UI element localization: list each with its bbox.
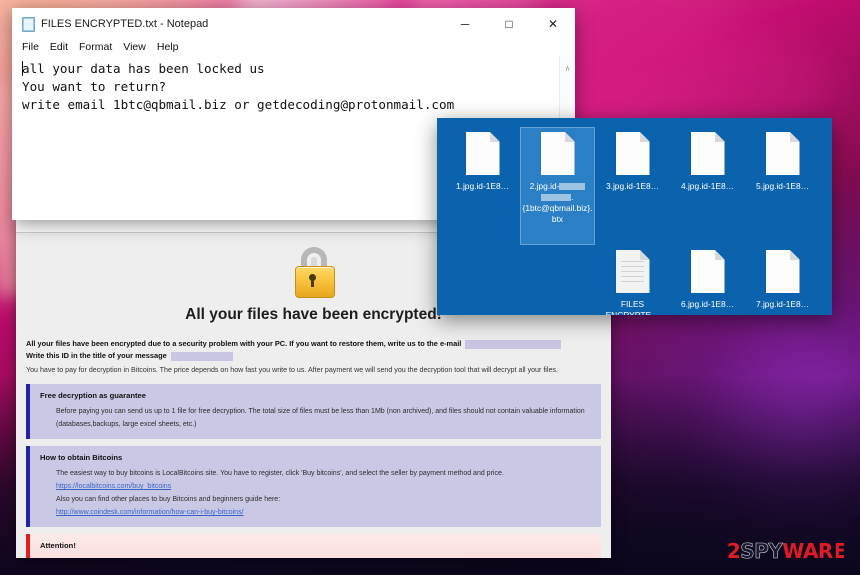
ransom-intro-line-3: You have to pay for decryption in Bitcoi… <box>26 366 558 374</box>
scroll-up-arrow-icon[interactable]: ∧ <box>560 64 575 73</box>
file-label-part-1: 2.jpg.id- <box>529 181 560 191</box>
menu-item-view[interactable]: View <box>123 41 146 53</box>
text-file-icon <box>615 250 650 293</box>
file-item[interactable]: 6.jpg.id-1E8… <box>670 245 745 315</box>
watermark-part-e: E <box>834 539 845 563</box>
screenshot-stage: All your files have been encrypted! All … <box>0 0 860 575</box>
section-free-decryption: Free decryption as guarantee Before payi… <box>26 384 601 439</box>
file-item[interactable]: 1.jpg.id-1E8… <box>445 127 520 245</box>
notepad-menu-bar: File Edit Format View Help <box>12 40 575 57</box>
section-free-decryption-p1: Before paying you can send us up to 1 fi… <box>56 408 585 415</box>
menu-item-edit[interactable]: Edit <box>50 41 68 53</box>
notepad-line-2: You want to return? <box>22 79 167 94</box>
section-bitcoins-p2: Also you can find other places to buy Bi… <box>56 496 281 503</box>
section-attention-title: Attention! <box>40 541 76 550</box>
image-file-icon <box>765 132 800 175</box>
file-label: 3.jpg.id-1E8… <box>605 181 660 191</box>
ransom-intro-line-2: Write this ID in the title of your messa… <box>26 350 601 362</box>
watermark-2spyware: 2 SPY WAR E <box>726 539 846 564</box>
localbitcoins-link[interactable]: https://localbitcoins.com/buy_bitcoins <box>40 480 591 493</box>
image-file-icon <box>615 132 650 175</box>
image-file-icon <box>540 132 575 175</box>
file-item-spacer <box>445 245 520 315</box>
file-label: 1.jpg.id-1E8… <box>455 181 510 191</box>
text-caret <box>22 61 23 76</box>
watermark-part-2: 2 <box>726 539 741 563</box>
redacted-id-block <box>541 194 572 202</box>
ransom-intro-line-1-text: All your files have been encrypted due t… <box>26 339 462 348</box>
redacted-email-block <box>465 339 562 349</box>
image-file-icon <box>765 250 800 293</box>
watermark-part-spy: SPY <box>740 539 783 564</box>
watermark-part-war: WAR <box>782 539 833 563</box>
notepad-title-bar: FILES ENCRYPTED.txt - Notepad ─ □ ✕ <box>12 8 575 40</box>
file-item-ransom-note[interactable]: FILES ENCRYPTE… <box>595 245 670 315</box>
file-label-selected: 2.jpg.id-.{1btc@qbmail.biz}.btx <box>521 181 594 225</box>
notepad-line-1: all your data has been locked us <box>22 61 265 76</box>
section-free-decryption-p2: (databases,backups, large excel sheets, … <box>56 421 197 428</box>
notepad-title-text: FILES ENCRYPTED.txt - Notepad <box>41 18 209 30</box>
notepad-text-area[interactable]: all your data has been locked us You wan… <box>12 57 575 114</box>
file-label-part-1: FILES <box>620 299 645 309</box>
file-item-spacer <box>520 245 595 315</box>
redacted-id-block <box>170 351 233 361</box>
file-label-part-3: qbmail.biz}.bt <box>549 203 593 224</box>
file-label: 4.jpg.id-1E8… <box>680 181 735 191</box>
ransom-note-intro: All your files have been encrypted due t… <box>16 330 611 384</box>
section-how-to-obtain-bitcoins: How to obtain Bitcoins The easiest way t… <box>26 446 601 527</box>
notepad-document-icon <box>22 16 35 32</box>
coindesk-link[interactable]: http://www.coindesk.com/information/how-… <box>40 506 591 519</box>
file-item-selected[interactable]: 2.jpg.id-.{1btc@qbmail.biz}.btx <box>520 127 595 245</box>
redacted-id-block <box>559 183 586 191</box>
file-label-part-4: x <box>558 214 564 224</box>
section-bitcoins-title: How to obtain Bitcoins <box>40 453 123 462</box>
close-button[interactable]: ✕ <box>531 8 575 40</box>
minimize-button[interactable]: ─ <box>443 8 487 40</box>
file-label: 6.jpg.id-1E8… <box>680 299 735 309</box>
image-file-icon <box>690 250 725 293</box>
ransom-intro-line-1: All your files have been encrypted due t… <box>26 338 601 350</box>
maximize-button[interactable]: □ <box>487 8 531 40</box>
notepad-line-3: write email 1btc@qbmail.biz or getdecodi… <box>22 97 455 112</box>
section-free-decryption-title: Free decryption as guarantee <box>40 391 146 400</box>
file-grid: 1.jpg.id-1E8… 2.jpg.id-.{1btc@qbmail.biz… <box>437 118 832 315</box>
file-label: 7.jpg.id-1E8… <box>755 299 810 309</box>
section-attention: Attention! <box>26 534 601 558</box>
file-item[interactable]: 4.jpg.id-1E8… <box>670 127 745 245</box>
image-file-icon <box>690 132 725 175</box>
ransom-intro-line-2-text: Write this ID in the title of your messa… <box>26 351 167 360</box>
section-bitcoins-p1: The easiest way to buy bitcoins is Local… <box>56 470 504 477</box>
file-item[interactable]: 7.jpg.id-1E8… <box>745 245 820 315</box>
file-label: FILES ENCRYPTE… <box>596 299 669 315</box>
menu-item-format[interactable]: Format <box>79 41 112 53</box>
file-item[interactable]: 5.jpg.id-1E8… <box>745 127 820 245</box>
file-explorer-panel: 1.jpg.id-1E8… 2.jpg.id-.{1btc@qbmail.biz… <box>437 118 832 315</box>
image-file-icon <box>465 132 500 175</box>
file-label: 5.jpg.id-1E8… <box>755 181 810 191</box>
notepad-window-controls: ─ □ ✕ <box>443 8 575 40</box>
file-item[interactable]: 3.jpg.id-1E8… <box>595 127 670 245</box>
padlock-icon <box>292 247 336 298</box>
menu-item-file[interactable]: File <box>22 41 39 53</box>
menu-item-help[interactable]: Help <box>157 41 179 53</box>
file-label-part-2: ENCRYPTE… <box>605 310 660 315</box>
